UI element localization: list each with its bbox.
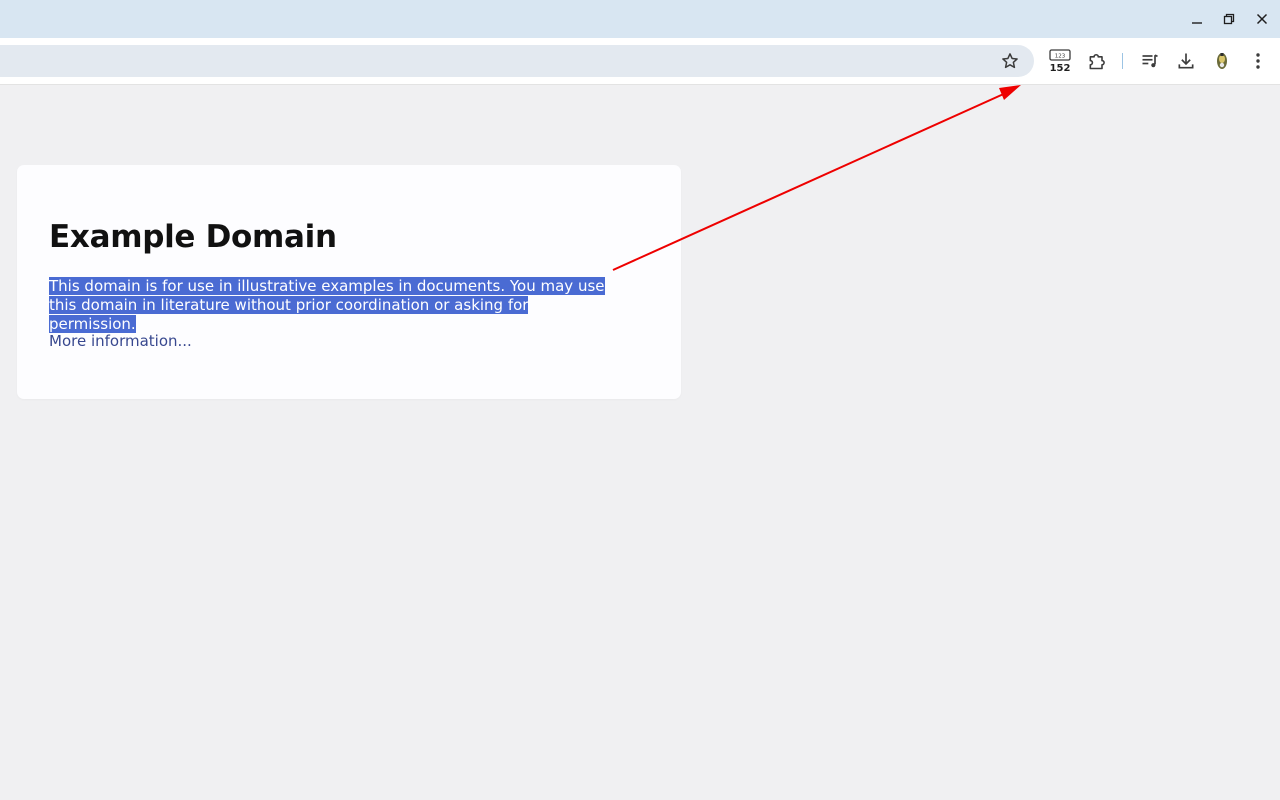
restore-icon [1223, 13, 1235, 25]
page-title: Example Domain [49, 219, 337, 255]
download-icon [1178, 53, 1194, 69]
extensions-button[interactable] [1083, 47, 1111, 75]
extensions-puzzle-icon [1089, 53, 1105, 70]
profile-extension-button[interactable] [1208, 47, 1236, 75]
bookmark-star-icon [1002, 53, 1018, 69]
badge-count-text: 152 [1050, 63, 1071, 74]
more-menu-button[interactable] [1244, 47, 1272, 75]
toolbar-separator [1122, 53, 1123, 69]
downloads-button[interactable] [1172, 47, 1200, 75]
media-queue-icon [1142, 54, 1158, 68]
close-icon [1256, 13, 1268, 25]
profile-extension-icon [1217, 53, 1227, 69]
bookmark-button[interactable] [996, 47, 1024, 75]
counter-extension-button[interactable]: 123 152 [1045, 47, 1075, 75]
description-paragraph: This domain is for use in illustrative e… [49, 277, 609, 334]
page-viewport: Example Domain This domain is for use in… [0, 85, 1280, 800]
content-card: Example Domain This domain is for use in… [17, 165, 681, 399]
restore-button[interactable] [1218, 8, 1240, 30]
minimize-button[interactable] [1186, 8, 1208, 30]
media-queue-button[interactable] [1136, 47, 1164, 75]
more-menu-icon [1256, 53, 1260, 69]
close-button[interactable] [1251, 8, 1273, 30]
address-bar[interactable] [0, 45, 1034, 77]
title-bar [0, 0, 1280, 38]
browser-toolbar: 123 152 [0, 38, 1280, 85]
counter-badge-icon: 123 152 [1049, 49, 1071, 74]
minimize-icon [1192, 22, 1202, 24]
selected-text[interactable]: This domain is for use in illustrative e… [49, 277, 605, 333]
more-information-link[interactable]: More information... [49, 332, 192, 350]
badge-top-text: 123 [1055, 54, 1066, 60]
